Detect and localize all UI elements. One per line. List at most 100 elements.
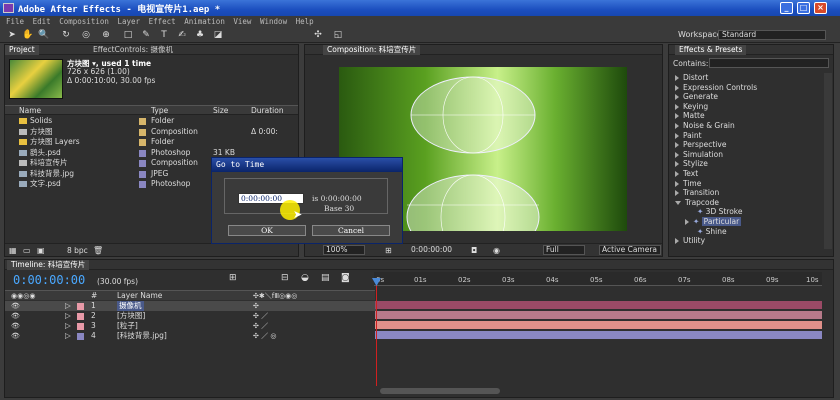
expand-triangle-icon[interactable] bbox=[675, 142, 679, 149]
snapshot-icon[interactable]: ⊞ bbox=[385, 246, 392, 255]
effect-item-selected[interactable]: Particular bbox=[701, 217, 742, 226]
tab-project[interactable]: Project bbox=[5, 45, 39, 55]
text-tool-icon[interactable]: T bbox=[158, 29, 170, 41]
effect-category[interactable]: Time bbox=[683, 179, 701, 188]
expand-triangle-icon[interactable] bbox=[675, 180, 679, 187]
layer-label-color[interactable] bbox=[77, 323, 84, 330]
maximize-button[interactable]: □ bbox=[797, 2, 810, 14]
layer-duration-bar[interactable] bbox=[375, 321, 822, 329]
expand-triangle-icon[interactable] bbox=[675, 113, 679, 120]
layer-name-header[interactable]: Layer Name bbox=[117, 291, 162, 301]
menu-animation[interactable]: Animation bbox=[184, 16, 225, 27]
timeline-zoom-slider[interactable] bbox=[380, 388, 500, 394]
expand-triangle-icon[interactable] bbox=[675, 94, 679, 101]
timeline-timecode[interactable]: 0:00:00:00 bbox=[13, 273, 85, 287]
expand-layer-icon[interactable]: ▷ bbox=[65, 311, 71, 321]
pen-tool-icon[interactable]: ✎ bbox=[140, 29, 152, 41]
layer-name[interactable]: [方块图] bbox=[117, 311, 145, 321]
expand-triangle-icon[interactable] bbox=[675, 75, 679, 81]
collapse-triangle-icon[interactable] bbox=[675, 200, 681, 205]
project-item[interactable]: 方块图 Layers Folder bbox=[5, 137, 298, 148]
effect-category[interactable]: Noise & Grain bbox=[683, 121, 735, 130]
menu-window[interactable]: Window bbox=[260, 16, 287, 27]
interpret-footage-icon[interactable]: ▦ bbox=[9, 246, 17, 255]
layer-row[interactable]: 👁 ▷ 1 摄像机 ✣ bbox=[5, 301, 377, 311]
close-button[interactable]: × bbox=[814, 2, 827, 14]
trash-icon[interactable]: 🗑 bbox=[93, 246, 103, 255]
layer-switches-icon[interactable]: ✣ ／ bbox=[253, 321, 268, 331]
expand-triangle-icon[interactable] bbox=[675, 132, 679, 139]
effect-category[interactable]: Transition bbox=[683, 188, 719, 197]
layer-name[interactable]: [科技背景.jpg] bbox=[117, 331, 167, 341]
ok-button[interactable]: OK bbox=[228, 225, 306, 236]
menu-edit[interactable]: Edit bbox=[33, 16, 51, 27]
visibility-eye-icon[interactable]: 👁 bbox=[11, 321, 20, 331]
layer-row[interactable]: 👁 ▷ 3 [粒子] ✣ ／ bbox=[5, 321, 377, 331]
menu-help[interactable]: Help bbox=[296, 16, 314, 27]
effect-category[interactable]: Simulation bbox=[683, 150, 723, 159]
rotate-tool-icon[interactable]: ↻ bbox=[60, 29, 72, 41]
expand-layer-icon[interactable]: ▷ bbox=[65, 331, 71, 341]
camera-icon[interactable]: ◘ bbox=[471, 246, 477, 255]
layer-row[interactable]: 👁 ▷ 4 [科技背景.jpg] ✣ ／ ◎ bbox=[5, 331, 377, 341]
layer-duration-bar[interactable] bbox=[375, 311, 822, 319]
new-composition-icon[interactable]: ▣ bbox=[37, 246, 45, 255]
expand-triangle-icon[interactable] bbox=[675, 161, 679, 168]
comp-timecode[interactable]: 0:00:00:00 bbox=[411, 245, 452, 255]
effect-category[interactable]: Matte bbox=[683, 111, 705, 120]
visibility-eye-icon[interactable]: 👁 bbox=[11, 301, 20, 311]
effect-category[interactable]: Paint bbox=[683, 131, 702, 140]
effect-category[interactable]: Generate bbox=[683, 92, 718, 101]
workspace-dropdown[interactable]: Standard bbox=[718, 30, 826, 40]
effect-category[interactable]: Distort bbox=[683, 73, 708, 82]
effects-scrollbar[interactable] bbox=[824, 73, 832, 249]
tab-timeline[interactable]: Timeline: 科培宣传片 bbox=[7, 260, 90, 270]
layer-name[interactable]: 摄像机 bbox=[117, 301, 144, 311]
layer-label-color[interactable] bbox=[77, 303, 84, 310]
tab-effects-presets[interactable]: Effects & Presets bbox=[675, 45, 747, 55]
effects-search-input[interactable] bbox=[709, 58, 829, 68]
project-item[interactable]: Solids Folder bbox=[5, 116, 298, 127]
visibility-eye-icon[interactable]: 👁 bbox=[11, 311, 20, 321]
hand-tool-icon[interactable]: ✋ bbox=[22, 29, 34, 41]
expand-triangle-icon[interactable] bbox=[675, 151, 679, 158]
eraser-tool-icon[interactable]: ◪ bbox=[212, 29, 224, 41]
expand-triangle-icon[interactable] bbox=[675, 238, 679, 245]
comp-mini-flowchart-icon[interactable]: ⊞ bbox=[229, 273, 237, 283]
shy-layers-icon[interactable]: ◒ bbox=[301, 273, 309, 283]
frame-blending-icon[interactable]: ▤ bbox=[321, 273, 330, 283]
draft-3d-icon[interactable]: ⊟ bbox=[281, 273, 289, 283]
effect-category[interactable]: Expression Controls bbox=[683, 83, 757, 92]
col-type-header[interactable]: Type bbox=[151, 106, 168, 116]
cancel-button[interactable]: Cancel bbox=[312, 225, 390, 236]
expand-triangle-icon[interactable] bbox=[675, 171, 679, 177]
expand-triangle-icon[interactable] bbox=[685, 219, 689, 225]
layer-row[interactable]: 👁 ▷ 2 [方块图] ✣ ／ bbox=[5, 311, 377, 321]
menu-layer[interactable]: Layer bbox=[117, 16, 140, 27]
effect-item[interactable]: 3D Stroke bbox=[706, 207, 743, 216]
visibility-eye-icon[interactable]: 👁 bbox=[11, 331, 20, 341]
effect-category[interactable]: Utility bbox=[683, 236, 705, 245]
menu-effect[interactable]: Effect bbox=[149, 16, 176, 27]
zoom-tool-icon[interactable]: 🔍 bbox=[38, 29, 50, 41]
motion-blur-icon[interactable]: ◙ bbox=[341, 273, 350, 283]
world-axis-icon[interactable]: ◱ bbox=[332, 29, 344, 41]
menu-file[interactable]: File bbox=[6, 16, 24, 27]
expand-layer-icon[interactable]: ▷ bbox=[65, 301, 71, 311]
brush-tool-icon[interactable]: ✍ bbox=[176, 29, 188, 41]
layer-name[interactable]: [粒子] bbox=[117, 321, 138, 331]
rectangle-mask-tool-icon[interactable]: □ bbox=[122, 29, 134, 41]
new-folder-icon[interactable]: ▭ bbox=[23, 246, 31, 255]
minimize-button[interactable]: _ bbox=[780, 2, 793, 14]
expand-triangle-icon[interactable] bbox=[675, 123, 679, 129]
resolution-dropdown[interactable]: Full bbox=[543, 245, 585, 255]
layer-switches-icon[interactable]: ✣ bbox=[253, 301, 259, 311]
layer-label-color[interactable] bbox=[77, 333, 84, 340]
project-item[interactable]: 方块图 Composition Δ 0:00: bbox=[5, 127, 298, 138]
expand-layer-icon[interactable]: ▷ bbox=[65, 321, 71, 331]
clone-stamp-tool-icon[interactable]: ♣ bbox=[194, 29, 206, 41]
effect-category[interactable]: Stylize bbox=[683, 159, 708, 168]
menu-composition[interactable]: Composition bbox=[59, 16, 109, 27]
expand-triangle-icon[interactable] bbox=[675, 84, 679, 91]
layer-switches-icon[interactable]: ✣ ／ ◎ bbox=[253, 331, 276, 341]
